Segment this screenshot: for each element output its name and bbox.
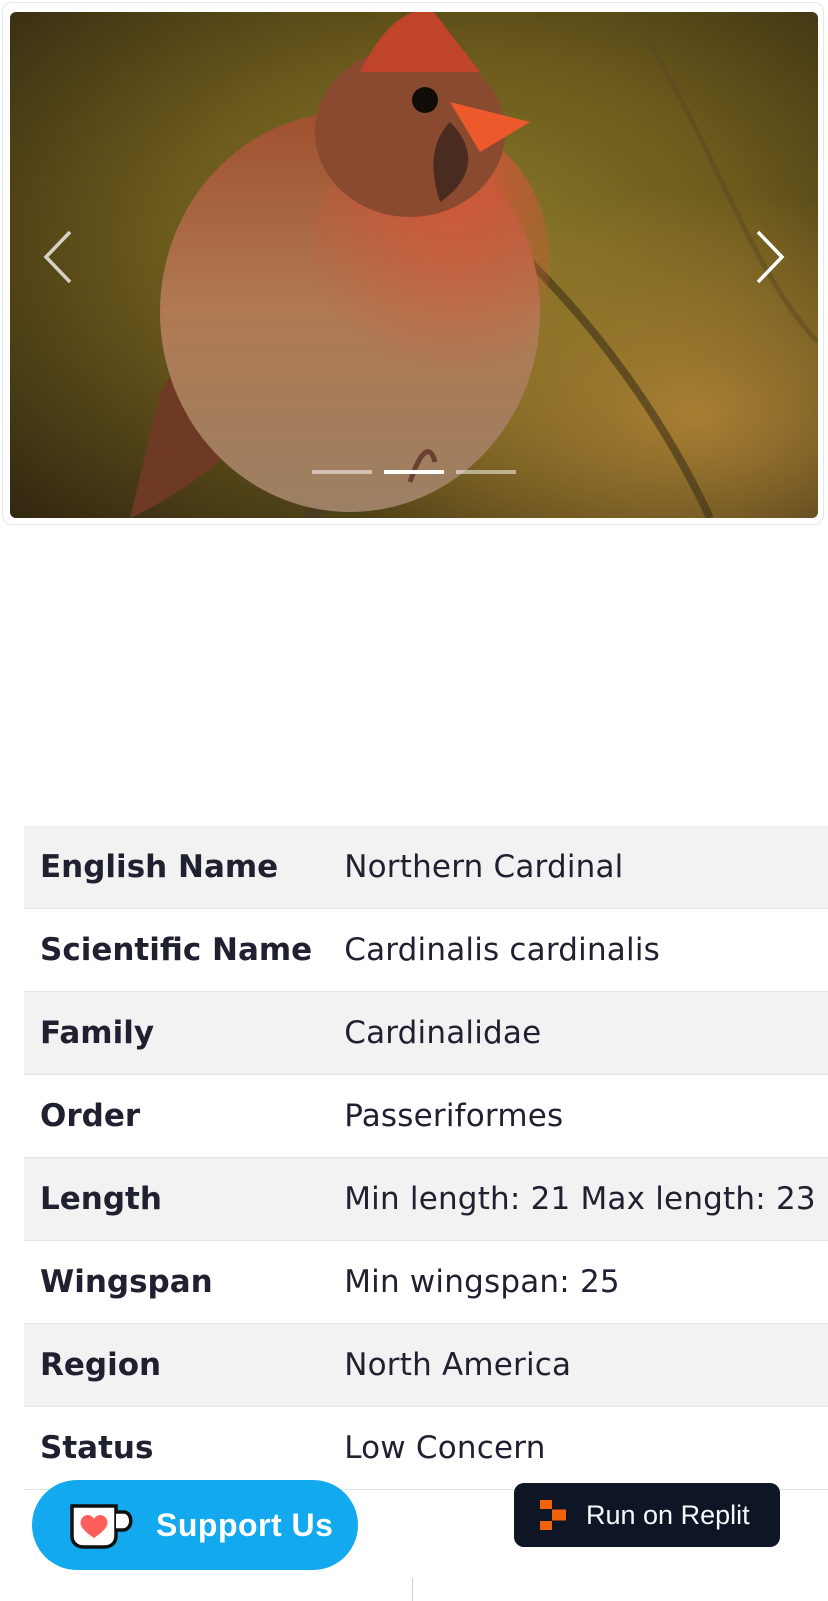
row-label: Scientific Name — [24, 908, 329, 992]
row-label: Family — [24, 991, 329, 1075]
table-row: English Name Northern Cardinal — [24, 826, 828, 909]
table-row: Region North America — [24, 1323, 828, 1407]
chevron-left-icon — [43, 230, 72, 284]
bird-detail-page: English Name Northern Cardinal Scientifi… — [0, 0, 828, 1601]
table-row: Length Min length: 21 Max length: 23 — [24, 1157, 828, 1241]
row-value: Cardinalidae — [328, 991, 828, 1075]
divider — [412, 1578, 413, 1601]
carousel-indicators — [10, 470, 818, 474]
row-label: Order — [24, 1074, 329, 1158]
run-on-replit-label: Run on Replit — [586, 1499, 750, 1530]
carousel-indicator-1[interactable] — [312, 470, 372, 474]
kofi-cup-icon — [70, 1504, 133, 1549]
row-label: Status — [24, 1406, 329, 1490]
bird-info-table: English Name Northern Cardinal Scientifi… — [24, 826, 828, 1490]
table-row: Order Passeriformes — [24, 1074, 828, 1158]
replit-logo-icon — [540, 1500, 566, 1530]
carousel-next-button[interactable] — [738, 227, 798, 287]
chevron-right-icon — [756, 230, 785, 284]
row-value: Min length: 21 Max length: 23 — [328, 1157, 828, 1241]
bird-photo — [10, 12, 818, 518]
table-row: Status Low Concern — [24, 1406, 828, 1490]
row-value: Low Concern — [328, 1406, 828, 1490]
carousel-indicator-2[interactable] — [384, 470, 444, 474]
row-value: Min wingspan: 25 — [328, 1240, 828, 1324]
run-on-replit-button[interactable]: Run on Replit — [514, 1483, 780, 1547]
carousel-prev-button[interactable] — [30, 227, 90, 287]
row-label: Wingspan — [24, 1240, 329, 1324]
carousel-indicator-3[interactable] — [456, 470, 516, 474]
row-value: Cardinalis cardinalis — [328, 908, 828, 992]
bird-image-carousel[interactable] — [10, 12, 818, 518]
table-row: Family Cardinalidae — [24, 991, 828, 1075]
row-label: Region — [24, 1323, 329, 1407]
row-value: North America — [328, 1323, 828, 1407]
row-label: Length — [24, 1157, 329, 1241]
support-us-label: Support Us — [156, 1506, 334, 1543]
row-value: Northern Cardinal — [328, 826, 828, 909]
row-label: English Name — [24, 826, 329, 909]
row-value: Passeriformes — [328, 1074, 828, 1158]
table-row: Scientific Name Cardinalis cardinalis — [24, 908, 828, 992]
support-us-button[interactable]: Support Us — [32, 1480, 358, 1570]
table-row: Wingspan Min wingspan: 25 — [24, 1240, 828, 1324]
